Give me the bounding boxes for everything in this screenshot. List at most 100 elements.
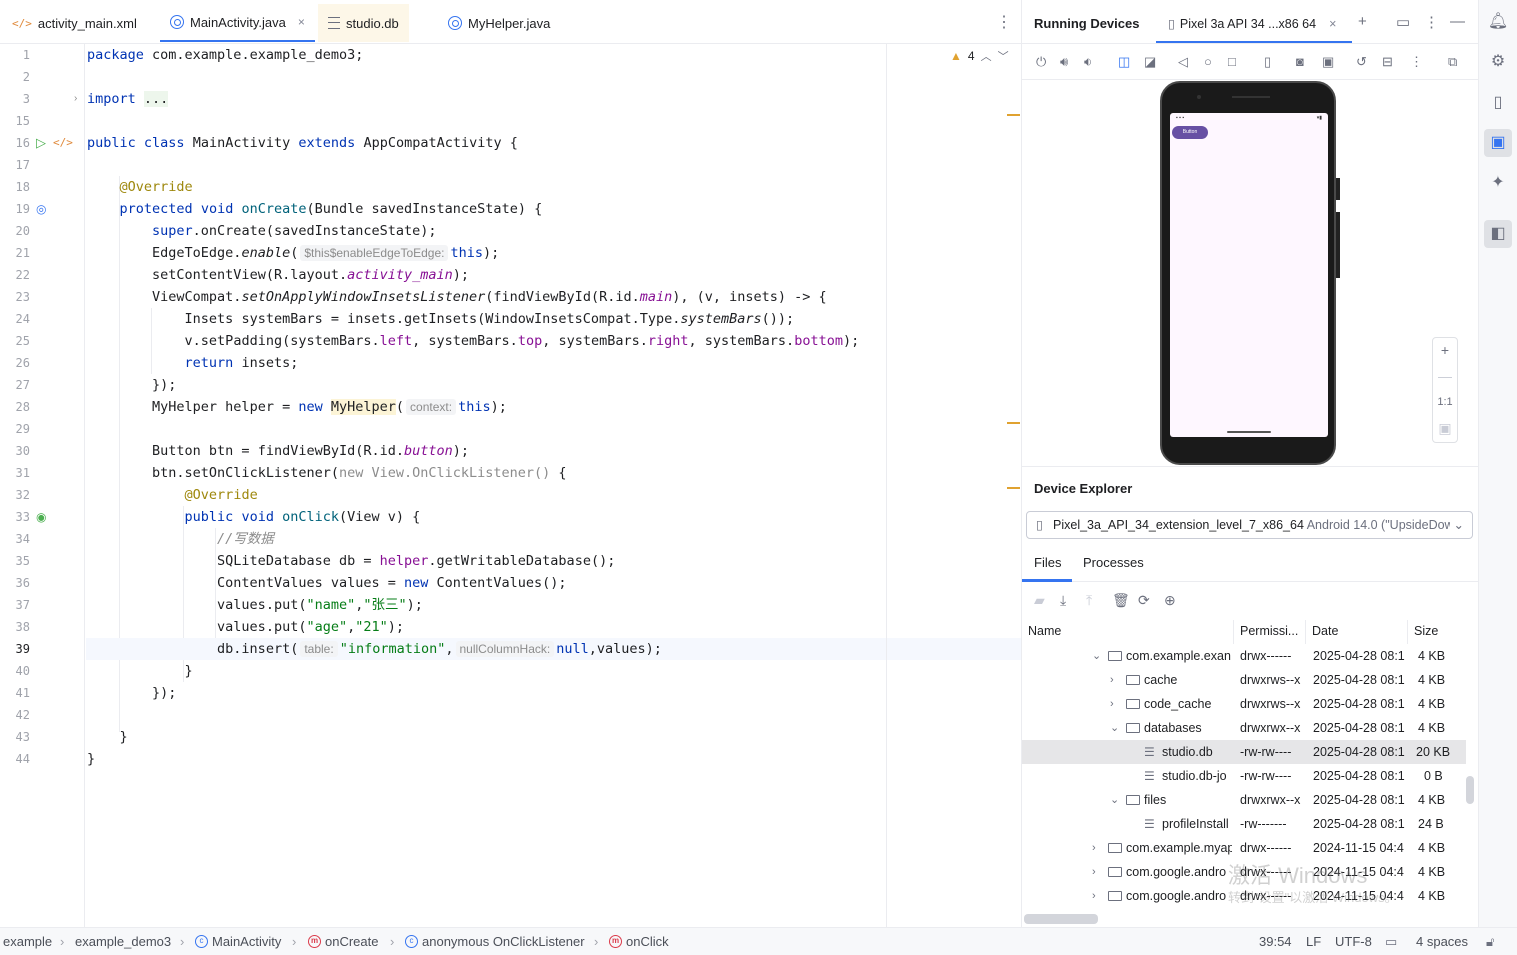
breadcrumb-method[interactable]: m onCreate: [308, 934, 378, 949]
folded-imports[interactable]: ...: [143, 91, 169, 107]
override-icon[interactable]: ◎: [36, 198, 46, 220]
chevron-down-icon[interactable]: ⌄: [1110, 788, 1119, 812]
chevron-down-icon[interactable]: ⌄: [1110, 716, 1119, 740]
chevron-right-icon[interactable]: ›: [1092, 836, 1096, 860]
line-separator[interactable]: LF: [1306, 934, 1321, 949]
close-icon[interactable]: ×: [1329, 17, 1336, 31]
column-header-size[interactable]: Size: [1408, 620, 1466, 644]
chevron-up-icon[interactable]: ︿: [981, 48, 992, 64]
warning-stripe[interactable]: [1007, 487, 1020, 489]
device-tab[interactable]: ▯ Pixel 3a API 34 ...x86 64 ×: [1168, 16, 1336, 32]
insights-icon[interactable]: ▭: [1385, 934, 1397, 950]
home-icon[interactable]: ○: [1204, 54, 1212, 69]
column-header-date[interactable]: Date: [1306, 620, 1408, 644]
gradle-icon[interactable]: ⚙: [1484, 48, 1512, 76]
tab-main-activity-java[interactable]: MainActivity.java ×: [160, 4, 315, 42]
breadcrumb-class[interactable]: c MainActivity: [195, 934, 281, 949]
tab-activity-main-xml[interactable]: </> activity_main.xml: [2, 4, 147, 42]
chevron-down-icon[interactable]: ﹀: [998, 48, 1009, 64]
chevron-right-icon[interactable]: ›: [1110, 668, 1114, 692]
zoom-out-icon[interactable]: —: [1433, 368, 1457, 384]
app-button[interactable]: Button: [1172, 126, 1208, 139]
device-manager-icon[interactable]: ▯: [1484, 89, 1512, 117]
volume-down-icon[interactable]: 🔉︎: [1084, 54, 1092, 70]
minimize-icon[interactable]: —: [1450, 13, 1465, 30]
add-device-icon[interactable]: +: [1358, 13, 1367, 30]
zoom-fit-icon[interactable]: ▣: [1433, 420, 1457, 437]
breadcrumb-package[interactable]: example_demo3: [75, 934, 171, 949]
chevron-right-icon[interactable]: ›: [1110, 692, 1114, 716]
more-options-icon[interactable]: ⋮: [1410, 54, 1423, 70]
file-encoding[interactable]: UTF-8: [1335, 934, 1372, 949]
upload-icon[interactable]: ⤒: [1086, 592, 1092, 609]
table-row[interactable]: › cache drwxrws--x 2025-04-28 08:1 4 KB: [1022, 668, 1466, 692]
sync-icon[interactable]: ⟳: [1138, 592, 1150, 609]
device-selector[interactable]: ▯ Pixel_3a_API_34_extension_level_7_x86_…: [1026, 511, 1473, 539]
breadcrumb-method[interactable]: m onClick: [609, 934, 669, 949]
close-icon[interactable]: ×: [298, 15, 305, 29]
tab-files[interactable]: Files: [1034, 555, 1061, 570]
table-row[interactable]: › com.google.andro drwx------ 2024-11-15…: [1022, 860, 1466, 884]
horizontal-scrollbar[interactable]: [1024, 914, 1098, 924]
zoom-actual-size[interactable]: 1:1: [1433, 396, 1457, 408]
more-options-icon[interactable]: ⋮: [1424, 13, 1439, 31]
column-header-permissions[interactable]: Permissi...: [1234, 620, 1306, 644]
mirror-icon[interactable]: ⧉: [1448, 54, 1457, 70]
new-folder-icon[interactable]: ▰: [1034, 592, 1045, 609]
device-explorer-icon[interactable]: ◧: [1484, 220, 1512, 248]
warning-stripe[interactable]: [1007, 422, 1020, 424]
table-row[interactable]: ☰ profileInstall -rw------- 2025-04-28 0…: [1022, 812, 1466, 836]
run-icon[interactable]: ▷: [36, 132, 46, 154]
code-line-35: SQLiteDatabase db = helper.getWritableDa…: [217, 553, 616, 569]
chevron-down-icon[interactable]: ⌄: [1092, 644, 1101, 668]
download-icon[interactable]: ⤓: [1060, 592, 1066, 609]
running-devices-icon[interactable]: ▣: [1484, 129, 1512, 157]
column-header-name[interactable]: Name: [1022, 620, 1234, 644]
more-tabs-icon[interactable]: ⋮: [996, 12, 1012, 32]
chevron-right-icon[interactable]: ›: [1092, 884, 1096, 908]
table-row-selected[interactable]: ☰ studio.db -rw-rw---- 2025-04-28 08:1 2…: [1022, 740, 1466, 764]
table-row[interactable]: › com.google.andro drwx------ 2024-11-15…: [1022, 884, 1466, 908]
device-screen[interactable]: ▪ ▪ ▪ ▾▮ Button: [1170, 113, 1328, 437]
overview-icon[interactable]: □: [1228, 54, 1236, 69]
table-row[interactable]: ⌄ databases drwxrwx--x 2025-04-28 08:1 4…: [1022, 716, 1466, 740]
device-frame-icon[interactable]: ▯: [1264, 54, 1271, 70]
caret-position[interactable]: 39:54: [1259, 934, 1292, 949]
breadcrumb-anonymous-class[interactable]: c anonymous OnClickListener: [405, 934, 585, 949]
fold-expand-icon[interactable]: ›: [74, 88, 77, 110]
window-layout-icon[interactable]: ▭: [1396, 13, 1410, 31]
implement-icon[interactable]: ◉: [36, 506, 46, 528]
delete-icon[interactable]: 🗑︎: [1112, 592, 1130, 609]
table-row[interactable]: ⌄ com.example.exan drwx------ 2025-04-28…: [1022, 644, 1466, 668]
extended-controls-icon[interactable]: ⊟: [1382, 54, 1393, 70]
tab-processes[interactable]: Processes: [1083, 555, 1144, 570]
power-icon[interactable]: ⏻: [1036, 54, 1046, 70]
rotate-right-icon[interactable]: ◪: [1144, 54, 1156, 70]
table-row[interactable]: › code_cache drwxrws--x 2025-04-28 08:1:…: [1022, 692, 1466, 716]
layout-xml-icon[interactable]: </>: [53, 132, 73, 154]
chevron-right-icon[interactable]: ›: [1092, 860, 1096, 884]
vertical-scrollbar[interactable]: [1466, 776, 1474, 804]
table-row[interactable]: ☰ studio.db-jo -rw-rw---- 2025-04-28 08:…: [1022, 764, 1466, 788]
table-row[interactable]: ⌄ files drwxrwx--x 2025-04-28 08:1 4 KB: [1022, 788, 1466, 812]
inspection-widget[interactable]: ▲ 4 ︿ ﹀: [950, 48, 1009, 64]
indent-setting[interactable]: 4 spaces: [1416, 934, 1468, 949]
tab-studio-db[interactable]: studio.db: [318, 4, 409, 42]
screen-record-icon[interactable]: ▣: [1322, 54, 1334, 70]
device-screen-frame[interactable]: ▪ ▪ ▪ ▾▮ Button: [1160, 81, 1336, 465]
notifications-icon[interactable]: 🔔︎: [1484, 8, 1512, 36]
volume-up-icon[interactable]: 🔊︎: [1060, 54, 1068, 70]
locate-icon[interactable]: ⊕: [1164, 592, 1176, 609]
table-row[interactable]: › com.example.myap drwx------ 2024-11-15…: [1022, 836, 1466, 860]
back-icon[interactable]: ◁: [1178, 54, 1188, 70]
lock-icon[interactable]: 🔓︎: [1486, 934, 1494, 950]
zoom-in-icon[interactable]: +: [1433, 342, 1457, 358]
code-editor[interactable]: package com.example.example_demo3; impor…: [86, 44, 1021, 927]
gemini-icon[interactable]: ✦: [1484, 169, 1512, 197]
screenshot-icon[interactable]: ◙: [1296, 54, 1304, 69]
reset-icon[interactable]: ↺: [1356, 54, 1367, 70]
rotate-left-icon[interactable]: ◫: [1118, 54, 1130, 70]
warning-stripe[interactable]: [1007, 114, 1020, 116]
breadcrumb-module[interactable]: example: [3, 934, 52, 949]
tab-myhelper-java[interactable]: MyHelper.java: [438, 4, 560, 42]
